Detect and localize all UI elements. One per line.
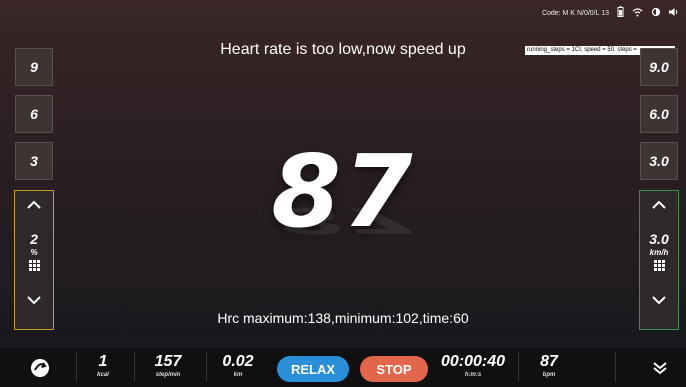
speed-preset-9[interactable]: 9.0 [640,48,678,86]
kcal-stat: 1 kcal [86,353,120,379]
bpm-stat: 87 bpm [530,353,568,379]
relax-button[interactable]: RELAX [277,356,349,382]
volume-icon [669,7,678,20]
distance-stat: 0.02 km [214,353,262,379]
distance-unit: km [233,372,243,378]
incline-preset-3[interactable]: 3 [15,142,53,180]
cadence-unit: step/min [155,372,181,378]
speed-adjuster: 3.0 km/h [639,190,679,330]
kcal-value: 1 [98,353,108,370]
bottom-bar: 1 kcal 157 step/min 0.02 km RELAX STOP 0… [0,348,686,387]
bpm-value: 87 [540,353,558,370]
time-value: 00:00:40 [440,353,506,370]
keypad-icon[interactable] [653,260,665,274]
incline-preset-6[interactable]: 6 [15,95,53,133]
time-unit: h:m:s [464,372,482,378]
speed-preset-6[interactable]: 6.0 [640,95,678,133]
divider [615,352,616,382]
speed-preset-3[interactable]: 3.0 [640,142,678,180]
hrc-info: Hrc maximum:138,minimum:102,time:60 [217,310,469,326]
treadmill-screen: Code: M K N/0/0/L 13 Heart rate is too l… [0,0,686,387]
cadence-stat: 157 step/min [144,353,192,379]
chevron-down-icon[interactable] [27,292,41,308]
incline-preset-9[interactable]: 9 [15,48,53,86]
chevron-up-icon[interactable] [27,197,41,213]
battery-icon [617,6,624,20]
status-code: Code: M K N/0/0/L 13 [541,9,609,17]
incline-adjuster: 2 % [14,190,54,330]
double-chevron-down-icon[interactable] [640,348,680,387]
bpm-unit: bpm [542,372,556,378]
speed-unit: km/h [649,248,669,257]
chevron-up-icon[interactable] [652,197,666,213]
stop-button[interactable]: STOP [360,356,428,382]
wifi-icon [632,7,643,20]
status-bar: Code: M K N/0/0/L 13 [542,6,678,20]
time-stat: 00:00:40 h:m:s [438,353,508,379]
chevron-down-icon[interactable] [652,292,666,308]
divider [206,352,207,382]
divider [518,352,519,382]
divider [134,352,135,382]
heart-rate-reflection: 87 [273,200,413,242]
incline-unit: % [30,248,38,257]
keypad-icon[interactable] [28,260,40,274]
cadence-value: 157 [154,353,182,370]
brightness-icon [651,7,661,20]
incline-value: 2 [30,231,38,247]
distance-value: 0.02 [222,353,254,370]
mode-switch-icon[interactable] [20,348,60,387]
kcal-unit: kcal [97,372,109,378]
divider [76,352,77,382]
speed-value: 3.0 [649,231,669,247]
